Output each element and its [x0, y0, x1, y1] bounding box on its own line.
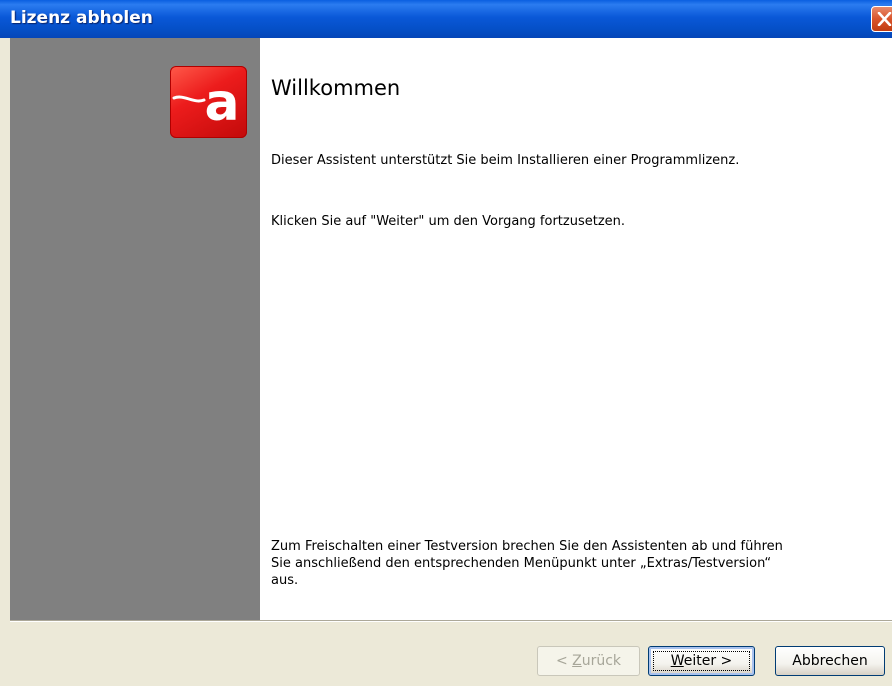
back-button-label: urück	[581, 653, 622, 669]
close-icon	[877, 12, 892, 26]
license-wizard-window: Lizenz abholen a Willkommen Dieser Assis…	[0, 0, 892, 686]
trial-note-line: Sie anschließend den entsprechenden Menü…	[271, 556, 772, 571]
button-separator	[10, 620, 892, 622]
back-button-accel: Z	[572, 653, 582, 669]
wizard-content: Willkommen Dieser Assistent unterstützt …	[260, 38, 892, 620]
intro-text: Dieser Assistent unterstützt Sie beim In…	[271, 153, 740, 168]
cancel-button[interactable]: Abbrechen	[775, 646, 885, 676]
focus-rectangle	[653, 651, 750, 671]
trial-note-line: aus.	[271, 573, 299, 588]
page-heading: Willkommen	[271, 76, 401, 100]
logo-letter: a	[204, 73, 239, 133]
next-button[interactable]: Weiter >	[648, 646, 755, 676]
close-button[interactable]	[871, 6, 892, 32]
brand-logo-icon: a	[170, 66, 247, 138]
logo-graphic: a	[172, 73, 240, 133]
back-button-prefix: <	[555, 653, 573, 669]
window-title: Lizenz abholen	[10, 8, 153, 28]
instruction-text: Klicken Sie auf "Weiter" um den Vorgang …	[271, 214, 626, 229]
back-button[interactable]: < Zurück	[537, 646, 640, 676]
trial-note: Zum Freischalten einer Testversion brech…	[271, 538, 861, 589]
window-frame-left	[0, 38, 10, 686]
trial-note-line: Zum Freischalten einer Testversion brech…	[271, 539, 783, 554]
title-bar[interactable]: Lizenz abholen	[0, 0, 892, 39]
